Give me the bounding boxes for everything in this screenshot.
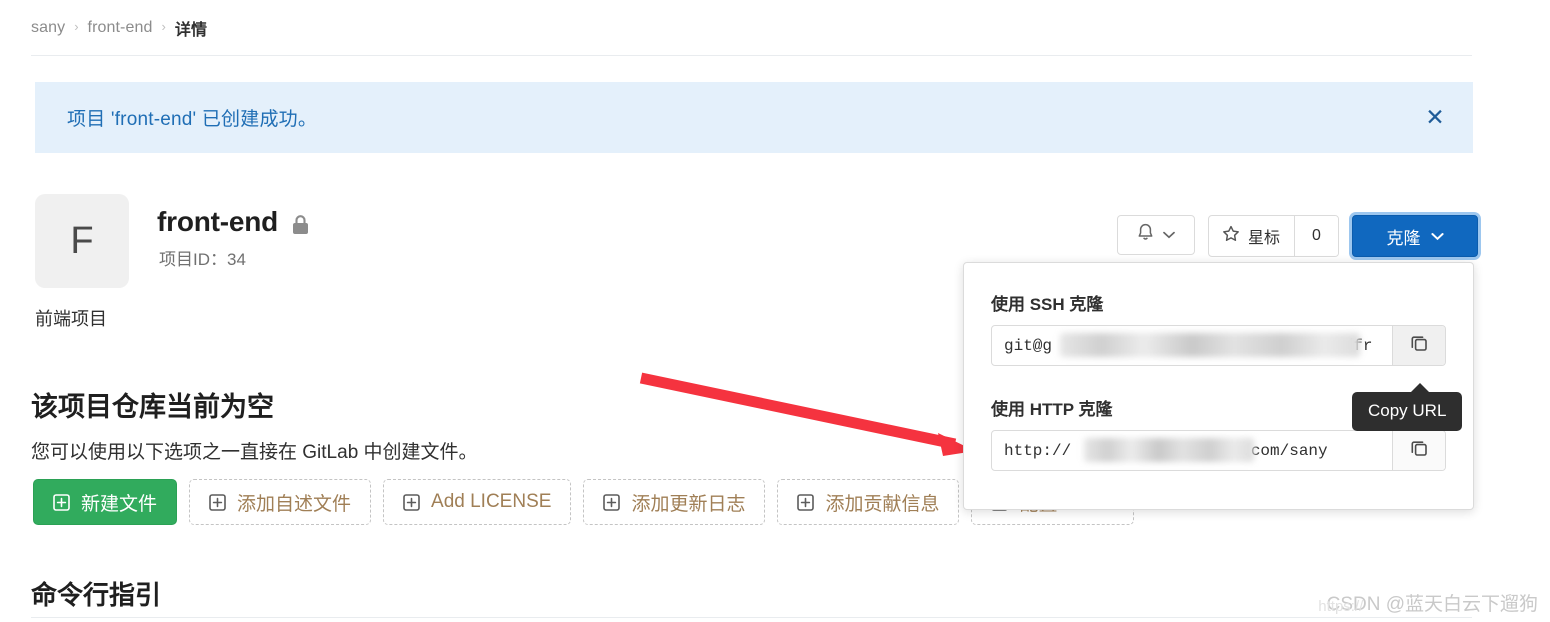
project-header-actions: 星标 0 克隆 [1116, 215, 1478, 257]
copy-icon [1410, 439, 1429, 463]
empty-repo-title: 该项目仓库当前为空 [31, 392, 274, 422]
star-icon [1222, 225, 1240, 248]
page-root: sany › front-end › 详情 项目 'front-end' 已创建… [0, 0, 1550, 622]
plus-square-icon [797, 493, 815, 511]
http-clone-url-group: http:// .com/sany [991, 430, 1446, 471]
chevron-down-icon [1430, 226, 1444, 246]
avatar: F [35, 194, 129, 288]
ssh-clone-url-group: git@g x /fr [991, 325, 1446, 366]
add-readme-label: 添加自述文件 [237, 493, 352, 515]
http-clone-label: 使用 HTTP 克隆 [991, 400, 1113, 419]
breadcrumb-item-current: 详情 [174, 21, 208, 39]
copy-http-url-button[interactable] [1392, 431, 1445, 470]
star-button-group: 星标 0 [1207, 215, 1339, 257]
breadcrumb-divider [31, 55, 1472, 56]
plus-square-icon [403, 493, 420, 511]
add-readme-button[interactable]: 添加自述文件 [189, 479, 372, 525]
redaction-blur [1084, 438, 1254, 462]
ssh-clone-label: 使用 SSH 克隆 [991, 295, 1104, 314]
http-url-input[interactable]: http:// .com/sany [992, 431, 1392, 470]
clone-button-label: 克隆 [1386, 228, 1421, 248]
watermark-url: https:// [1318, 598, 1364, 615]
lock-icon [291, 214, 310, 235]
http-url-suffix: .com/sany [1241, 441, 1328, 460]
watermark: https:// CSDN @蓝天白云下遛狗 [1318, 589, 1538, 616]
star-button[interactable]: 星标 [1209, 216, 1294, 256]
project-description: 前端项目 [35, 309, 107, 329]
cli-section-title: 命令行指引 [31, 580, 162, 610]
star-count[interactable]: 0 [1294, 216, 1338, 256]
add-contribution-button[interactable]: 添加贡献信息 [777, 479, 960, 525]
close-icon[interactable]: ✕ [1421, 104, 1449, 132]
breadcrumb-item-group[interactable]: sany [31, 19, 65, 37]
bell-icon [1137, 223, 1154, 247]
new-file-button[interactable]: 新建文件 [33, 479, 178, 525]
copy-icon [1410, 334, 1429, 358]
alert-message: 项目 'front-end' 已创建成功。 [67, 109, 318, 130]
empty-repo-subtitle: 您可以使用以下选项之一直接在 GitLab 中创建文件。 [31, 442, 478, 463]
add-license-button[interactable]: Add LICENSE [383, 479, 572, 525]
copy-url-tooltip: Copy URL [1352, 383, 1463, 431]
ssh-url-prefix: git@g [1004, 336, 1053, 355]
success-alert: 项目 'front-end' 已创建成功。 ✕ [35, 82, 1473, 153]
breadcrumb-item-project[interactable]: front-end [88, 19, 153, 37]
plus-square-icon [209, 493, 226, 511]
ssh-url-input[interactable]: git@g x /fr [992, 326, 1392, 365]
new-file-label: 新建文件 [81, 493, 158, 515]
add-license-label: Add LICENSE [431, 491, 552, 512]
notification-dropdown-button[interactable] [1116, 215, 1195, 255]
add-changelog-label: 添加更新日志 [631, 493, 746, 515]
http-url-prefix: http:// [1004, 441, 1072, 460]
chevron-down-icon [1163, 226, 1175, 244]
page-title: front-end [157, 206, 279, 237]
breadcrumb-separator-icon: › [161, 19, 166, 34]
section-divider [31, 617, 1472, 618]
breadcrumb: sany › front-end › 详情 [0, 0, 1550, 55]
star-label: 星标 [1247, 230, 1280, 247]
breadcrumb-separator-icon: › [74, 19, 79, 34]
project-id: 项目ID：34 [159, 250, 246, 269]
plus-square-icon [53, 493, 70, 511]
copy-ssh-url-button[interactable] [1392, 326, 1445, 365]
clone-dropdown-panel: 使用 SSH 克隆 git@g x /fr 使用 HTTP 克隆 http: [963, 262, 1474, 510]
redaction-blur [1060, 333, 1360, 357]
add-contribution-label: 添加贡献信息 [825, 493, 940, 515]
project-title-row: front-end [157, 206, 310, 238]
clone-button[interactable]: 克隆 [1352, 215, 1478, 257]
add-changelog-button[interactable]: 添加更新日志 [583, 479, 766, 525]
plus-square-icon [603, 493, 621, 511]
